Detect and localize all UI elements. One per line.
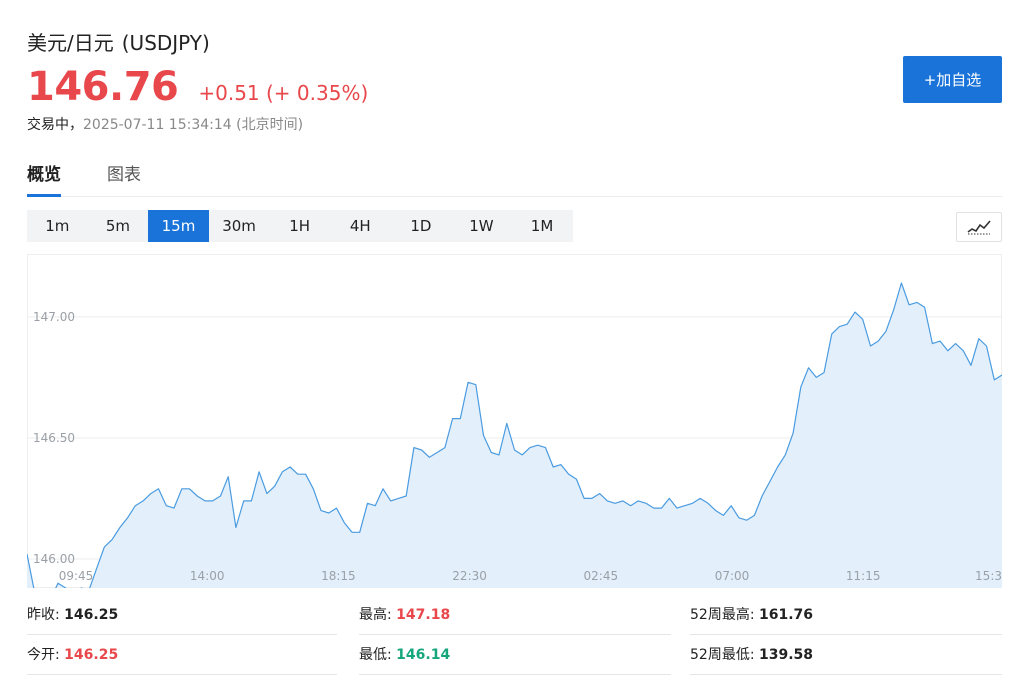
period-15m[interactable]: 15m [148, 210, 209, 242]
period-1h[interactable]: 1H [269, 210, 330, 242]
stat-prev-close: 昨收: 146.25 [27, 597, 337, 635]
stat-label: 昨收: [27, 607, 60, 623]
chart-type-toggle-button[interactable] [956, 212, 1002, 242]
stat-52w-high: 52周最高: 161.76 [690, 597, 1002, 635]
period-5m[interactable]: 5m [88, 210, 149, 242]
x-tick-label: 09:45 [59, 569, 94, 583]
instrument-title: 美元/日元 (USDJPY) [27, 27, 210, 56]
price-area-chart[interactable]: 146.00 146.50 147.00 09:45 14:00 18:15 22:30 02… [27, 254, 1002, 588]
stat-label: 52周最低: [690, 647, 755, 663]
trading-status-label: 交易中， [27, 117, 83, 133]
period-1m[interactable]: 1m [27, 210, 88, 242]
period-1d[interactable]: 1D [391, 210, 452, 242]
stat-label: 今开: [27, 647, 60, 663]
x-tick-label: 07:00 [715, 569, 750, 583]
stat-value: 146.14 [396, 647, 451, 663]
y-tick-label: 146.50 [33, 431, 75, 445]
stat-label: 最高: [359, 607, 392, 623]
add-to-watchlist-button[interactable]: +加自选 [903, 56, 1002, 103]
stat-value: 146.25 [64, 647, 119, 663]
quote-timestamp: 2025-07-11 15:34:14 (北京时间) [83, 117, 304, 133]
price-row: 146.76 +0.51 (+ 0.35%) [27, 64, 368, 110]
period-1w[interactable]: 1W [451, 210, 512, 242]
tab-chart[interactable]: 图表 [107, 160, 141, 194]
period-4h[interactable]: 4H [330, 210, 391, 242]
instrument-symbol: (USDJPY) [121, 31, 210, 55]
price-change: +0.51 (+ 0.35%) [198, 81, 369, 105]
stat-value: 161.76 [758, 607, 814, 623]
y-tick-label: 147.00 [33, 310, 75, 324]
stat-low: 最低: 146.14 [359, 637, 671, 675]
tab-bar: 概览 图表 [27, 160, 1002, 197]
stat-value: 147.18 [396, 607, 451, 623]
trading-status: 交易中，2025-07-11 15:34:14 (北京时间) [27, 114, 303, 134]
current-price: 146.76 [27, 64, 179, 110]
period-selector: 1m 5m 15m 30m 1H 4H 1D 1W 1M [27, 210, 573, 242]
x-tick-label: 22:30 [452, 569, 487, 583]
instrument-name: 美元/日元 [27, 31, 114, 55]
x-tick-label: 11:15 [846, 569, 881, 583]
period-1mo[interactable]: 1M [512, 210, 573, 242]
stat-value: 146.25 [64, 607, 119, 623]
x-tick-label: 15:3 [975, 569, 1002, 583]
stat-label: 最低: [359, 647, 392, 663]
x-tick-label: 18:15 [321, 569, 356, 583]
x-tick-label: 14:00 [190, 569, 225, 583]
stat-label: 52周最高: [690, 607, 755, 623]
stat-52w-low: 52周最低: 139.58 [690, 637, 1002, 675]
tab-overview[interactable]: 概览 [27, 160, 61, 197]
stat-open: 今开: 146.25 [27, 637, 337, 675]
y-tick-label: 146.00 [33, 552, 75, 566]
period-30m[interactable]: 30m [209, 210, 270, 242]
stat-value: 139.58 [758, 647, 814, 663]
line-chart-icon [967, 220, 991, 235]
x-tick-label: 02:45 [584, 569, 619, 583]
stat-high: 最高: 147.18 [359, 597, 671, 635]
